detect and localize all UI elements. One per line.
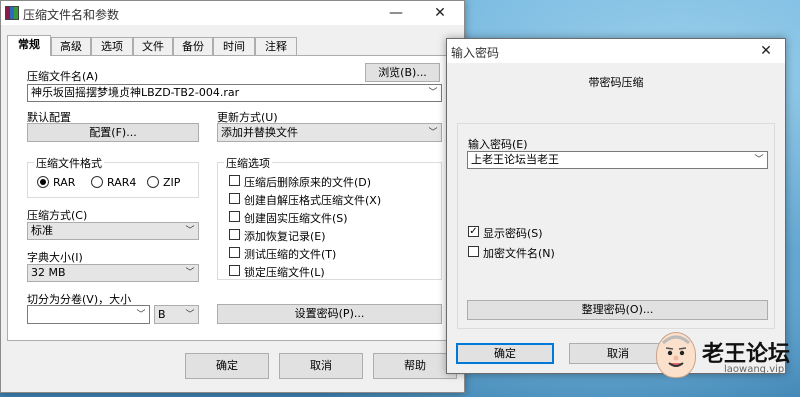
options-group-title: 压缩选项: [224, 155, 272, 171]
title-bar: 压缩文件名和参数 — ✕: [1, 1, 464, 25]
dialog-title: 输入密码: [451, 46, 500, 60]
archive-name-value: 神乐坂固摇摆梦境贞神LBZD-TB2-004.rar: [31, 86, 240, 99]
format-rar4-radio[interactable]: [91, 176, 103, 188]
encrypt-names-label: 加密文件名(N): [483, 247, 555, 260]
archive-name-label: 压缩文件名(A): [27, 70, 99, 83]
option-checkbox-sfx[interactable]: [229, 193, 240, 204]
format-zip-label: ZIP: [163, 176, 181, 189]
tab-comment[interactable]: 注释: [255, 37, 297, 55]
option-checkbox-test[interactable]: [229, 247, 240, 258]
format-rar4-label: RAR4: [107, 176, 137, 189]
archive-name-combo[interactable]: 神乐坂固摇摆梦境贞神LBZD-TB2-004.rar ﹀: [27, 84, 442, 102]
profile-button[interactable]: 配置(F)...: [27, 123, 199, 142]
help-button[interactable]: 帮助: [373, 353, 457, 379]
face-drawing-icon: [661, 335, 691, 367]
option-checkbox-recovery[interactable]: [229, 229, 240, 240]
window-title: 压缩文件名和参数: [23, 8, 120, 22]
options-group: 压缩选项 压缩后删除原来的文件(D) 创建自解压格式压缩文件(X) 创建固实压缩…: [217, 155, 442, 280]
watermark-domain: laowang.vip: [724, 364, 785, 375]
method-combo[interactable]: 标准 ﹀: [27, 222, 199, 240]
format-rar-label: RAR: [53, 176, 76, 189]
split-unit-value: B: [158, 308, 166, 321]
method-value: 标准: [31, 224, 53, 237]
format-rar-radio[interactable]: [37, 176, 49, 188]
encrypt-names-checkbox[interactable]: [468, 246, 479, 257]
split-unit-combo[interactable]: B ﹀: [154, 305, 199, 324]
dropdown-arrow-icon: ﹀: [428, 127, 438, 138]
dropdown-arrow-icon: ﹀: [185, 309, 195, 320]
dropdown-arrow-icon: ﹀: [428, 88, 438, 98]
format-zip-radio[interactable]: [147, 176, 159, 188]
option-label-recovery: 添加恢复记录(E): [244, 230, 326, 243]
format-group-title: 压缩文件格式: [34, 155, 104, 171]
set-password-button[interactable]: 设置密码(P)...: [217, 304, 442, 324]
option-checkbox-lock[interactable]: [229, 265, 240, 276]
option-label-sfx: 创建自解压格式压缩文件(X): [244, 194, 382, 207]
dropdown-arrow-icon: ﹀: [185, 226, 195, 236]
minimize-icon[interactable]: —: [377, 1, 415, 25]
general-tab-panel: 压缩文件名(A) 浏览(B)... 神乐坂固摇摆梦境贞神LBZD-TB2-004…: [7, 55, 456, 341]
update-mode-combo[interactable]: 添加并替换文件 ﹀: [217, 123, 442, 142]
dialog-title-bar: 输入密码 ✕: [447, 39, 785, 63]
format-group: 压缩文件格式 RAR RAR4 ZIP: [27, 155, 199, 198]
option-checkbox-solid[interactable]: [229, 211, 240, 222]
dialog-heading: 带密码压缩: [588, 76, 644, 89]
dropdown-arrow-icon: ﹀: [136, 309, 146, 320]
update-mode-value: 添加并替换文件: [221, 126, 298, 139]
password-panel: 输入密码(E) 上老王论坛当老王 ﹀ ✓ 显示密码(S) 加密文件名(N) 整理…: [457, 123, 775, 329]
split-size-combo[interactable]: ﹀: [27, 305, 150, 324]
browse-button[interactable]: 浏览(B)...: [365, 63, 440, 82]
dialog-ok-button[interactable]: 确定: [456, 343, 554, 364]
tab-time[interactable]: 时间: [213, 37, 255, 55]
cartoon-face-icon: [656, 332, 696, 378]
password-label: 输入密码(E): [468, 138, 528, 151]
tab-advanced[interactable]: 高级: [51, 37, 91, 55]
option-label-lock: 锁定压缩文件(L): [244, 266, 325, 279]
dict-label: 字典大小(I): [27, 251, 83, 264]
close-icon[interactable]: ✕: [747, 39, 785, 63]
password-dialog: 输入密码 ✕ 带密码压缩 输入密码(E) 上老王论坛当老王 ﹀ ✓ 显示密码(S…: [446, 38, 786, 374]
tab-backup[interactable]: 备份: [173, 37, 213, 55]
ok-button[interactable]: 确定: [185, 353, 269, 379]
tab-files[interactable]: 文件: [133, 37, 173, 55]
tab-general[interactable]: 常规: [7, 35, 51, 56]
tab-options[interactable]: 选项: [91, 37, 133, 55]
show-password-checkbox[interactable]: ✓: [468, 226, 479, 237]
cancel-button[interactable]: 取消: [279, 353, 363, 379]
winrar-app-icon: [5, 6, 19, 20]
organize-passwords-button[interactable]: 整理密码(O)...: [467, 300, 768, 320]
option-label-delete: 压缩后删除原来的文件(D): [244, 176, 372, 189]
close-icon[interactable]: ✕: [421, 1, 459, 25]
option-label-test: 测试压缩的文件(T): [244, 248, 337, 261]
laowang-watermark: 老王论坛 laowang.vip: [652, 328, 800, 397]
password-combo[interactable]: 上老王论坛当老王 ﹀: [467, 151, 768, 169]
dict-value: 32 MB: [31, 266, 66, 279]
option-checkbox-delete[interactable]: [229, 175, 240, 186]
dropdown-arrow-icon: ﹀: [754, 155, 764, 165]
show-password-label: 显示密码(S): [483, 227, 543, 240]
dropdown-arrow-icon: ﹀: [185, 268, 195, 278]
password-value: 上老王论坛当老王: [471, 153, 559, 166]
method-label: 压缩方式(C): [27, 209, 88, 222]
dict-combo[interactable]: 32 MB ﹀: [27, 264, 199, 282]
archive-params-window: 压缩文件名和参数 — ✕ 常规 高级 选项 文件 备份 时间 注释 压缩文件名(…: [0, 0, 465, 393]
option-label-solid: 创建固实压缩文件(S): [244, 212, 348, 225]
